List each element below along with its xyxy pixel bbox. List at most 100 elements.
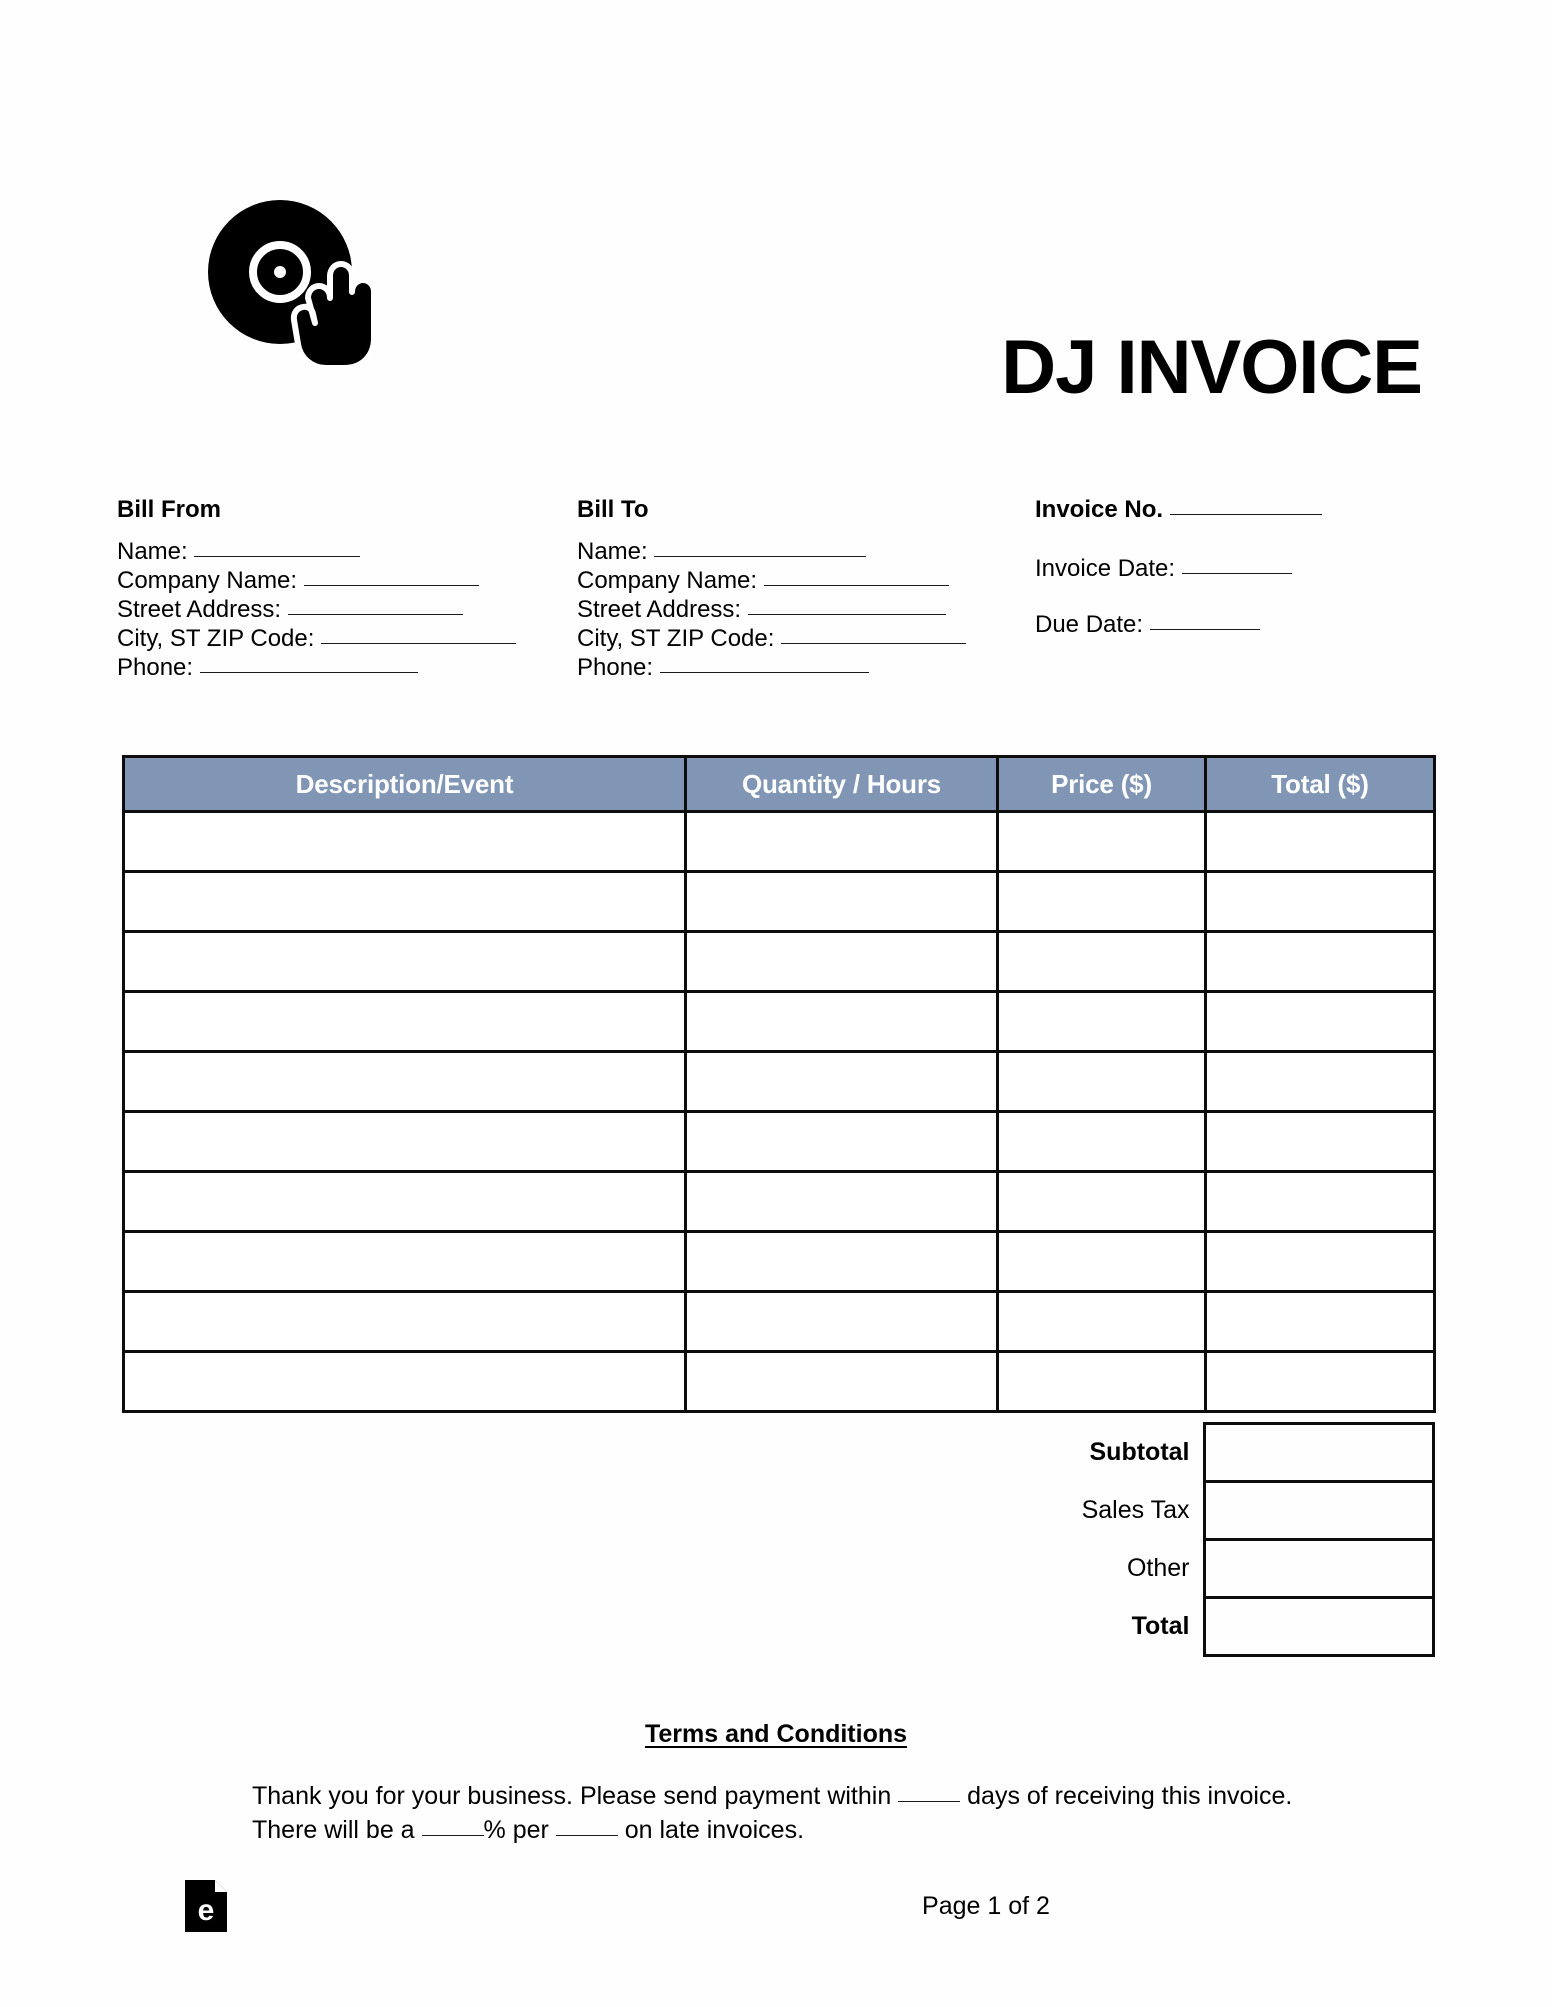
totals-label: Subtotal <box>1089 1438 1190 1466</box>
column-header-description: Description/Event <box>122 755 687 813</box>
cell-quantity[interactable] <box>684 1110 999 1173</box>
cell-total[interactable] <box>1204 1050 1436 1113</box>
bill-from-heading: Bill From <box>117 496 222 523</box>
cell-quantity[interactable] <box>684 1230 999 1293</box>
invoice-no-input[interactable] <box>1169 496 1322 515</box>
due-date-input[interactable] <box>1149 611 1260 630</box>
cell-description[interactable] <box>122 990 687 1053</box>
totals-label: Sales Tax <box>1081 1496 1190 1524</box>
cell-quantity[interactable] <box>684 1350 999 1413</box>
bill-to-company-row: Company Name: <box>577 566 966 595</box>
totals-value-field[interactable] <box>1202 1596 1435 1657</box>
bill-from-company-input[interactable] <box>303 567 479 586</box>
page-number: Page 1 of 2 <box>922 1892 1050 1920</box>
bill-to-company-input[interactable] <box>763 567 949 586</box>
bill-to-street-input[interactable] <box>747 596 946 615</box>
cell-quantity[interactable] <box>684 1050 999 1113</box>
cell-total[interactable] <box>1204 1350 1436 1413</box>
bill-from-name-row: Name: <box>117 537 516 566</box>
cell-total[interactable] <box>1204 1170 1436 1233</box>
terms-section: Terms and Conditions Thank you for your … <box>0 1720 1552 1847</box>
cell-price[interactable] <box>996 1170 1207 1233</box>
cell-total[interactable] <box>1204 930 1436 993</box>
cell-price[interactable] <box>996 1050 1207 1113</box>
invoice-no-row: Invoice No. <box>1035 495 1322 524</box>
cell-total[interactable] <box>1204 1290 1436 1353</box>
cell-price[interactable] <box>996 930 1207 993</box>
terms-period-input[interactable] <box>555 1817 618 1836</box>
bill-from-city-input[interactable] <box>321 625 517 644</box>
cell-price[interactable] <box>996 810 1207 873</box>
bill-to-city-input[interactable] <box>781 625 967 644</box>
line-items-header: Description/Event Quantity / Hours Price… <box>122 755 1436 813</box>
cell-description[interactable] <box>122 1290 687 1353</box>
terms-days-input[interactable] <box>898 1783 961 1802</box>
table-row <box>122 870 1436 933</box>
cell-price[interactable] <box>996 1290 1207 1353</box>
invoice-page: DJ INVOICE Bill From Name: Company Name:… <box>0 0 1552 2007</box>
cell-price[interactable] <box>996 1230 1207 1293</box>
cell-description[interactable] <box>122 1050 687 1113</box>
terms-percent-input[interactable] <box>421 1817 484 1836</box>
bill-from-street-label: Street Address: <box>117 596 282 623</box>
bill-to-name-input[interactable] <box>654 538 867 557</box>
cell-total[interactable] <box>1204 810 1436 873</box>
table-row <box>122 1350 1436 1413</box>
cell-description[interactable] <box>122 930 687 993</box>
bill-from-name-input[interactable] <box>194 538 361 557</box>
cell-quantity[interactable] <box>684 1170 999 1233</box>
totals-value-field[interactable] <box>1202 1422 1435 1483</box>
cell-price[interactable] <box>996 870 1207 933</box>
terms-text-3: % per <box>483 1816 556 1844</box>
bill-from-phone-input[interactable] <box>199 654 418 673</box>
bill-to-street-label: Street Address: <box>577 596 742 623</box>
cell-price[interactable] <box>996 1350 1207 1413</box>
cell-description[interactable] <box>122 1110 687 1173</box>
bill-from-company-label: Company Name: <box>117 567 298 594</box>
terms-heading: Terms and Conditions <box>644 1720 908 1748</box>
bill-from-city-row: City, ST ZIP Code: <box>117 624 517 653</box>
cell-description[interactable] <box>122 810 687 873</box>
cell-total[interactable] <box>1204 1110 1436 1173</box>
bill-to-phone-row: Phone: <box>577 653 966 682</box>
bill-from-street-input[interactable] <box>287 596 463 615</box>
bill-to-name-row: Name: <box>577 537 966 566</box>
totals-label: Other <box>1126 1554 1190 1582</box>
table-row <box>122 1230 1436 1293</box>
table-row <box>122 930 1436 993</box>
totals-value-field[interactable] <box>1202 1538 1435 1599</box>
cell-quantity[interactable] <box>684 1290 999 1353</box>
column-header-price: Price ($) <box>996 755 1207 813</box>
bill-from-phone-row: Phone: <box>117 653 516 682</box>
cell-total[interactable] <box>1204 1230 1436 1293</box>
cell-quantity[interactable] <box>684 870 999 933</box>
parties-section: Bill From Name: Company Name: Street Add… <box>0 495 1552 695</box>
invoice-date-input[interactable] <box>1181 555 1292 574</box>
cell-quantity[interactable] <box>684 990 999 1053</box>
invoice-meta-block: Invoice No. Invoice Date: Due Date: <box>1035 495 1322 666</box>
bill-from-city-label: City, ST ZIP Code: <box>117 625 315 652</box>
cell-description[interactable] <box>122 1230 687 1293</box>
document-header: DJ INVOICE <box>0 0 1552 470</box>
due-date-row: Due Date: <box>1035 610 1322 639</box>
totals-value-field[interactable] <box>1202 1480 1435 1541</box>
cell-price[interactable] <box>996 1110 1207 1173</box>
cell-total[interactable] <box>1204 990 1436 1053</box>
cell-description[interactable] <box>122 870 687 933</box>
table-row <box>122 1110 1436 1173</box>
table-row <box>122 990 1436 1053</box>
bill-to-heading: Bill To <box>577 496 649 523</box>
totals-body: Subtotal Sales Tax Other Total <box>1035 1422 1435 1657</box>
totals-table: Subtotal Sales Tax Other Total <box>1035 1422 1435 1657</box>
cell-total[interactable] <box>1204 870 1436 933</box>
cell-description[interactable] <box>122 1350 687 1413</box>
bill-from-street-row: Street Address: <box>117 595 516 624</box>
bill-from-company-row: Company Name: <box>117 566 516 595</box>
cell-quantity[interactable] <box>684 930 999 993</box>
cell-price[interactable] <box>996 990 1207 1053</box>
totals-row: Subtotal <box>1035 1422 1435 1483</box>
totals-label: Total <box>1131 1612 1190 1640</box>
bill-to-phone-input[interactable] <box>659 654 869 673</box>
cell-description[interactable] <box>122 1170 687 1233</box>
cell-quantity[interactable] <box>684 810 999 873</box>
